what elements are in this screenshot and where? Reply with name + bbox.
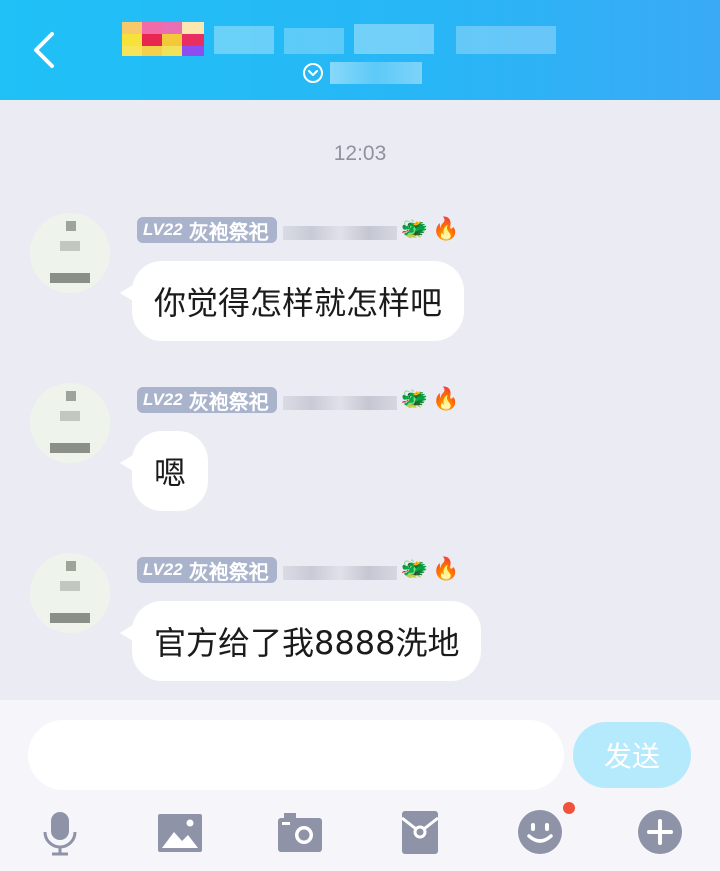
member-badge[interactable]: LV22 灰袍祭祀 [137, 557, 277, 584]
sender-meta: LV22 灰袍祭祀 🐲 🔥 [137, 215, 460, 245]
member-badge[interactable]: LV22 灰袍祭祀 [137, 217, 277, 244]
emoji-icon[interactable] [516, 808, 564, 856]
message-bubble[interactable]: 你觉得怎样就怎样吧 [132, 261, 465, 341]
message-item: LV22 灰袍祭祀 🐲 🔥 嗯 [0, 383, 720, 533]
member-title: 灰袍祭祀 [188, 559, 269, 584]
subtitle-blurred [330, 62, 422, 84]
avatar[interactable] [30, 553, 110, 633]
image-icon[interactable] [156, 808, 204, 856]
microphone-icon[interactable] [36, 808, 84, 856]
avatar[interactable] [30, 213, 110, 293]
group-title[interactable] [122, 22, 558, 58]
member-title: 灰袍祭祀 [188, 219, 269, 244]
dragon-icon: 🐲 [400, 557, 429, 582]
chevron-left-icon[interactable] [28, 30, 64, 70]
message-input[interactable] [28, 720, 564, 790]
dragon-icon: 🐲 [400, 387, 429, 412]
dragon-icon: 🐲 [400, 217, 429, 242]
level-label: LV22 [143, 390, 183, 409]
fire-icon: 🔥 [432, 217, 460, 242]
camera-icon[interactable] [276, 808, 324, 856]
sender-name-blurred[interactable] [282, 566, 397, 580]
sender-meta: LV22 灰袍祭祀 🐲 🔥 [137, 555, 460, 585]
sender-name-blurred[interactable] [282, 226, 397, 240]
chevron-down-circle-icon [303, 63, 323, 83]
red-packet-icon[interactable] [396, 808, 444, 856]
group-subtitle[interactable] [302, 60, 422, 86]
member-badge[interactable]: LV22 灰袍祭祀 [137, 387, 277, 414]
fire-icon: 🔥 [432, 387, 460, 412]
message-bubble[interactable]: 嗯 [132, 431, 209, 511]
member-title: 灰袍祭祀 [188, 389, 269, 414]
level-label: LV22 [143, 560, 183, 579]
send-button[interactable]: 发送 [573, 722, 691, 788]
message-bubble[interactable]: 官方给了我8888洗地 [132, 601, 482, 681]
message-item: LV22 灰袍祭祀 🐲 🔥 官方给了我8888洗地 [0, 553, 720, 703]
message-item: LV22 灰袍祭祀 🐲 🔥 你觉得怎样就怎样吧 [0, 213, 720, 363]
avatar[interactable] [30, 383, 110, 463]
notification-dot [563, 802, 575, 814]
fire-icon: 🔥 [432, 557, 460, 582]
sender-meta: LV22 灰袍祭祀 🐲 🔥 [137, 385, 460, 415]
level-label: LV22 [143, 220, 183, 239]
chat-header [0, 0, 720, 100]
message-timestamp: 12:03 [333, 142, 387, 165]
input-bar: 发送 [0, 700, 720, 871]
plus-icon[interactable] [636, 808, 684, 856]
sender-name-blurred[interactable] [282, 396, 397, 410]
